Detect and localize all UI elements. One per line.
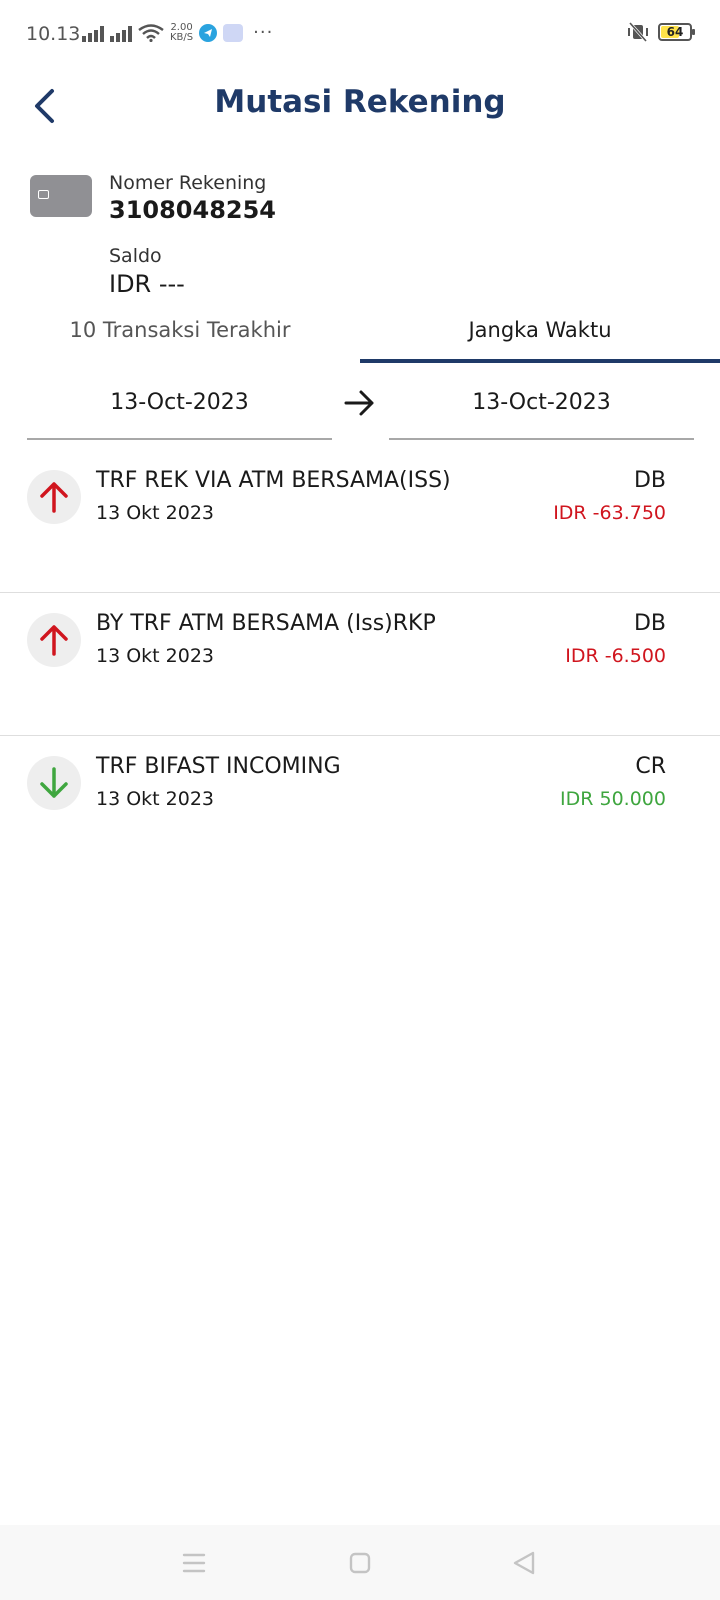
app-icon — [223, 23, 244, 42]
active-tab-indicator — [360, 359, 720, 363]
transaction-description: TRF REK VIA ATM BERSAMA(ISS) — [96, 468, 451, 493]
transaction-row[interactable]: TRF REK VIA ATM BERSAMA(ISS) 13 Okt 2023… — [0, 450, 720, 593]
signal-icon — [110, 24, 132, 42]
menu-icon — [182, 1553, 206, 1573]
home-button[interactable] — [342, 1545, 378, 1581]
transaction-direction-badge — [27, 470, 81, 524]
vibrate-off-icon — [628, 22, 648, 42]
transaction-type: CR — [635, 754, 666, 779]
balance-value: IDR --- — [109, 270, 185, 298]
system-nav-bar — [0, 1525, 720, 1600]
account-number: 3108048254 — [109, 196, 276, 224]
more-notifications-icon: ··· — [253, 22, 274, 43]
card-icon — [30, 175, 92, 217]
mutasi-rekening-screen: 10.13 2.00 KB/S ··· 64 Mutasi Rekening N… — [0, 0, 720, 1600]
transaction-amount: IDR 50.000 — [560, 788, 666, 810]
transaction-list: TRF REK VIA ATM BERSAMA(ISS) 13 Okt 2023… — [0, 450, 720, 879]
home-icon — [349, 1552, 371, 1574]
balance-label: Saldo — [109, 245, 162, 267]
back-triangle-icon — [513, 1551, 535, 1575]
arrow-down-icon — [40, 767, 68, 798]
page-title: Mutasi Rekening — [214, 84, 506, 120]
status-right: 64 — [626, 22, 695, 42]
arrow-right-icon — [344, 390, 374, 416]
transaction-direction-badge — [27, 756, 81, 810]
transaction-description: BY TRF ATM BERSAMA (Iss)RKP — [96, 611, 436, 636]
date-to-field[interactable]: 13-Oct-2023 — [389, 380, 694, 440]
transaction-date: 13 Okt 2023 — [96, 788, 215, 810]
transaction-type: DB — [633, 468, 666, 493]
network-speed: 2.00 KB/S — [170, 21, 194, 43]
date-from-field[interactable]: 13-Oct-2023 — [27, 380, 332, 440]
app-header: Mutasi Rekening — [0, 70, 720, 140]
card-chip — [38, 190, 49, 199]
battery-icon: 64 — [658, 23, 695, 41]
transaction-direction-badge — [27, 613, 81, 667]
status-bar: 10.13 2.00 KB/S ··· 64 — [0, 0, 720, 70]
transaction-date: 13 Okt 2023 — [96, 645, 215, 667]
tab-jangka-waktu[interactable]: Jangka Waktu — [360, 318, 720, 364]
account-number-label: Nomer Rekening — [109, 172, 267, 194]
transaction-date: 13 Okt 2023 — [96, 502, 215, 524]
transaction-row[interactable]: BY TRF ATM BERSAMA (Iss)RKP 13 Okt 2023 … — [0, 593, 720, 736]
network-speed-unit: KB/S — [170, 31, 194, 43]
tab-10-transaksi-terakhir[interactable]: 10 Transaksi Terakhir — [30, 318, 330, 364]
wifi-icon — [138, 23, 164, 42]
arrow-up-icon — [40, 625, 68, 656]
telegram-icon — [199, 23, 218, 42]
signal-icon — [82, 24, 104, 42]
transaction-amount: IDR -63.750 — [553, 502, 666, 524]
recent-apps-button[interactable] — [176, 1545, 212, 1581]
battery-level: 64 — [666, 25, 684, 39]
system-back-button[interactable] — [506, 1545, 542, 1581]
transaction-row[interactable]: TRF BIFAST INCOMING 13 Okt 2023 CR IDR 5… — [0, 736, 720, 879]
network-speed-value: 2.00 — [170, 21, 193, 33]
status-icons: 2.00 KB/S ··· — [82, 22, 273, 43]
transaction-amount: IDR -6.500 — [565, 645, 666, 667]
status-time: 10.13 — [26, 23, 81, 45]
transaction-type: DB — [633, 611, 666, 636]
transaction-description: TRF BIFAST INCOMING — [96, 754, 341, 779]
arrow-up-icon — [40, 482, 68, 513]
